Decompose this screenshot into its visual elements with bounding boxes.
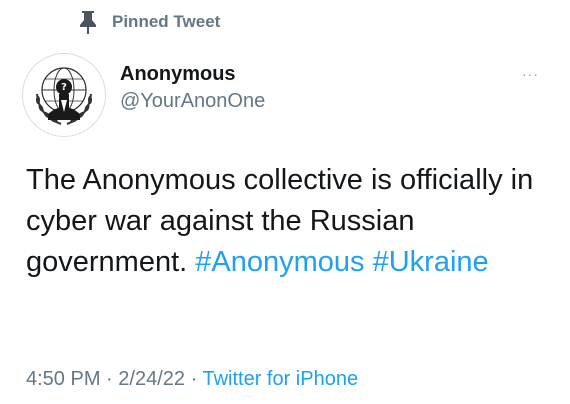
pinned-tweet-label: Pinned Tweet — [112, 12, 221, 31]
separator: · — [106, 368, 113, 390]
tweet-date[interactable]: 2/24/22 — [118, 368, 185, 390]
more-options-button[interactable]: ··· — [522, 66, 539, 82]
pinned-tweet-indicator: Pinned Tweet — [78, 10, 220, 34]
tweet-text: The Anonymous collective is officially i… — [26, 160, 556, 283]
pin-icon — [78, 10, 98, 34]
author-block[interactable]: Anonymous @YourAnonOne — [120, 62, 265, 114]
author-display-name[interactable]: Anonymous — [120, 62, 265, 86]
svg-text:?: ? — [61, 82, 67, 93]
tweet-time[interactable]: 4:50 PM — [26, 368, 100, 390]
anonymous-logo-icon: ? — [24, 55, 104, 135]
tweet-source-link[interactable]: Twitter for iPhone — [202, 368, 358, 390]
hashtag-link[interactable]: #Ukraine — [373, 246, 489, 278]
author-handle[interactable]: @YourAnonOne — [120, 88, 265, 114]
avatar[interactable]: ? — [22, 53, 106, 137]
hashtag-link[interactable]: #Anonymous — [195, 246, 364, 278]
separator: · — [190, 368, 198, 390]
tweet-metadata: 4:50 PM · 2/24/22 · Twitter for iPhone — [26, 368, 358, 391]
